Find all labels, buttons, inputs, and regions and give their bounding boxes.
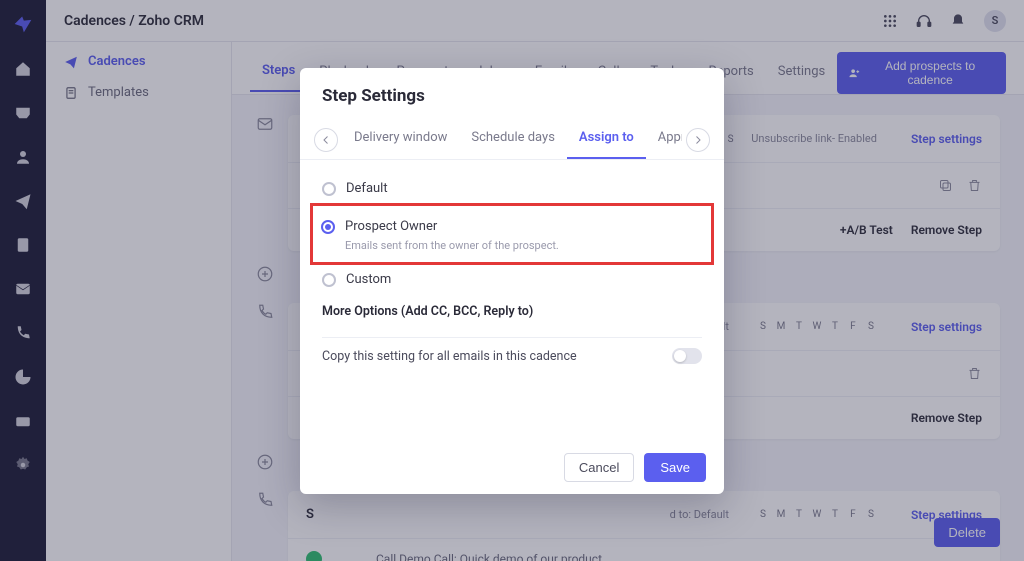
radio-default[interactable]: Default (322, 174, 702, 203)
radio-label: Prospect Owner (345, 219, 437, 234)
radio-prospect-owner[interactable]: Prospect Owner (321, 212, 703, 241)
radio-label: Default (346, 181, 388, 196)
chevron-right-icon[interactable] (686, 128, 710, 152)
highlighted-option: Prospect Owner Emails sent from the owne… (310, 203, 714, 265)
save-button[interactable]: Save (644, 453, 706, 482)
chevron-left-icon[interactable] (314, 128, 338, 152)
copy-setting-label: Copy this setting for all emails in this… (322, 349, 577, 364)
modal-tabs: Delivery window Schedule days Assign to … (300, 110, 724, 160)
modal-tab-approve-before[interactable]: Approve before (646, 120, 682, 159)
cancel-button[interactable]: Cancel (564, 453, 634, 482)
modal-tab-schedule-days[interactable]: Schedule days (459, 120, 567, 159)
radio-label: Custom (346, 272, 391, 287)
radio-icon (322, 182, 336, 196)
radio-icon (321, 220, 335, 234)
radio-icon (322, 273, 336, 287)
radio-description: Emails sent from the owner of the prospe… (321, 239, 703, 252)
more-options-link[interactable]: More Options (Add CC, BCC, Reply to) (322, 294, 702, 329)
modal-tab-delivery-window[interactable]: Delivery window (342, 120, 459, 159)
step-settings-modal: Step Settings Delivery window Schedule d… (300, 68, 724, 494)
copy-setting-row: Copy this setting for all emails in this… (322, 337, 702, 374)
copy-setting-toggle[interactable] (672, 348, 702, 364)
modal-tab-assign-to[interactable]: Assign to (567, 120, 646, 159)
modal-title: Step Settings (322, 86, 702, 106)
radio-custom[interactable]: Custom (322, 265, 702, 294)
